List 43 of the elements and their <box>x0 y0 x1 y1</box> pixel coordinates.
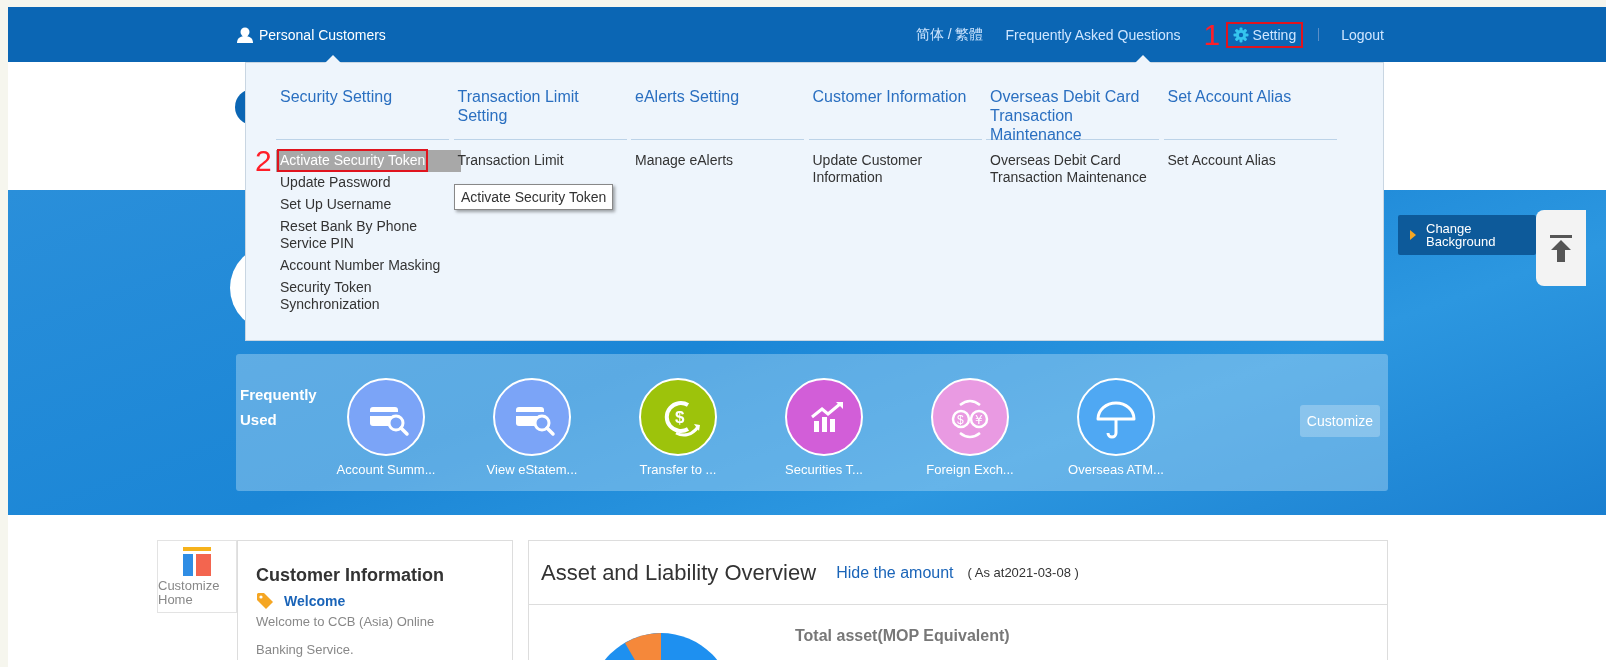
shortcut-button[interactable]: View eStatem... <box>459 378 605 477</box>
user-icon <box>237 26 253 43</box>
hide-amount-link[interactable]: Hide the amount <box>836 563 954 582</box>
currency-symbol: $ <box>675 408 685 427</box>
nav-link[interactable]: Frequently Asked Questions <box>1001 24 1185 45</box>
welcome-message: Welcome to CCB (Asia) Online Banking Service. <box>256 613 436 659</box>
menu-item-link[interactable]: Update Password <box>280 174 391 191</box>
settings-icon <box>1232 26 1249 43</box>
card-title: Customer Information <box>256 565 445 586</box>
menu-column-header: eAlerts Setting <box>631 87 804 140</box>
curved-arrow-icon <box>664 401 700 437</box>
as-at-date: ( As at2021-03-08 ) <box>967 565 1079 580</box>
menu-item-link[interactable]: Account Number Masking <box>280 257 441 274</box>
change-background-button[interactable]: Change Background <box>1398 215 1536 255</box>
tooltip: Activate Security Token <box>454 184 614 210</box>
card-title: Asset and Liability Overview <box>541 559 817 586</box>
menu-item-link[interactable]: Manage eAlerts <box>635 152 734 169</box>
menu-item-link[interactable]: Update Customer Information <box>812 152 978 186</box>
nav-link[interactable]: 简体 / 繁體 <box>911 23 988 46</box>
back-to-top-icon <box>1550 234 1572 262</box>
menu-item-link[interactable]: Transaction Limit <box>457 152 564 169</box>
customize-home-button[interactable]: Customize Home <box>157 540 237 613</box>
layout-icon <box>183 547 211 576</box>
currency-symbol: $ <box>957 413 964 427</box>
tag-icon <box>256 592 274 610</box>
menu-item-link[interactable]: Security Token Synchronization <box>280 279 445 313</box>
back-to-top-button[interactable] <box>1536 210 1586 286</box>
menu-item-link[interactable]: Set Up Username <box>280 196 392 213</box>
menu-column-header: Set Account Alias <box>1163 87 1337 140</box>
total-asset-label: Total asset(MOP Equivalent) <box>795 627 1010 646</box>
user-type-label: Personal Customers <box>259 26 386 43</box>
welcome-heading: Welcome <box>284 593 346 609</box>
menu-item-link[interactable]: Overseas Debit Card Transaction Maintenance <box>990 152 1155 186</box>
callout-number: 2 <box>255 145 272 176</box>
menu-column-header: Transaction Limit Setting <box>453 87 627 140</box>
menu-column-header: Customer Information <box>808 87 982 140</box>
menu-column-header: Security Setting <box>276 87 449 140</box>
menu-item-link[interactable]: Set Account Alias <box>1167 152 1276 169</box>
nav-link[interactable]: Logout <box>1337 24 1388 45</box>
currency-symbol: ¥ <box>975 413 983 427</box>
callout-number: 1 <box>1203 19 1221 50</box>
menu-column-header: Overseas Debit Card Transaction Maintenance <box>986 87 1159 140</box>
menu-item-link[interactable]: Reset Bank By Phone Service PIN <box>280 218 445 252</box>
